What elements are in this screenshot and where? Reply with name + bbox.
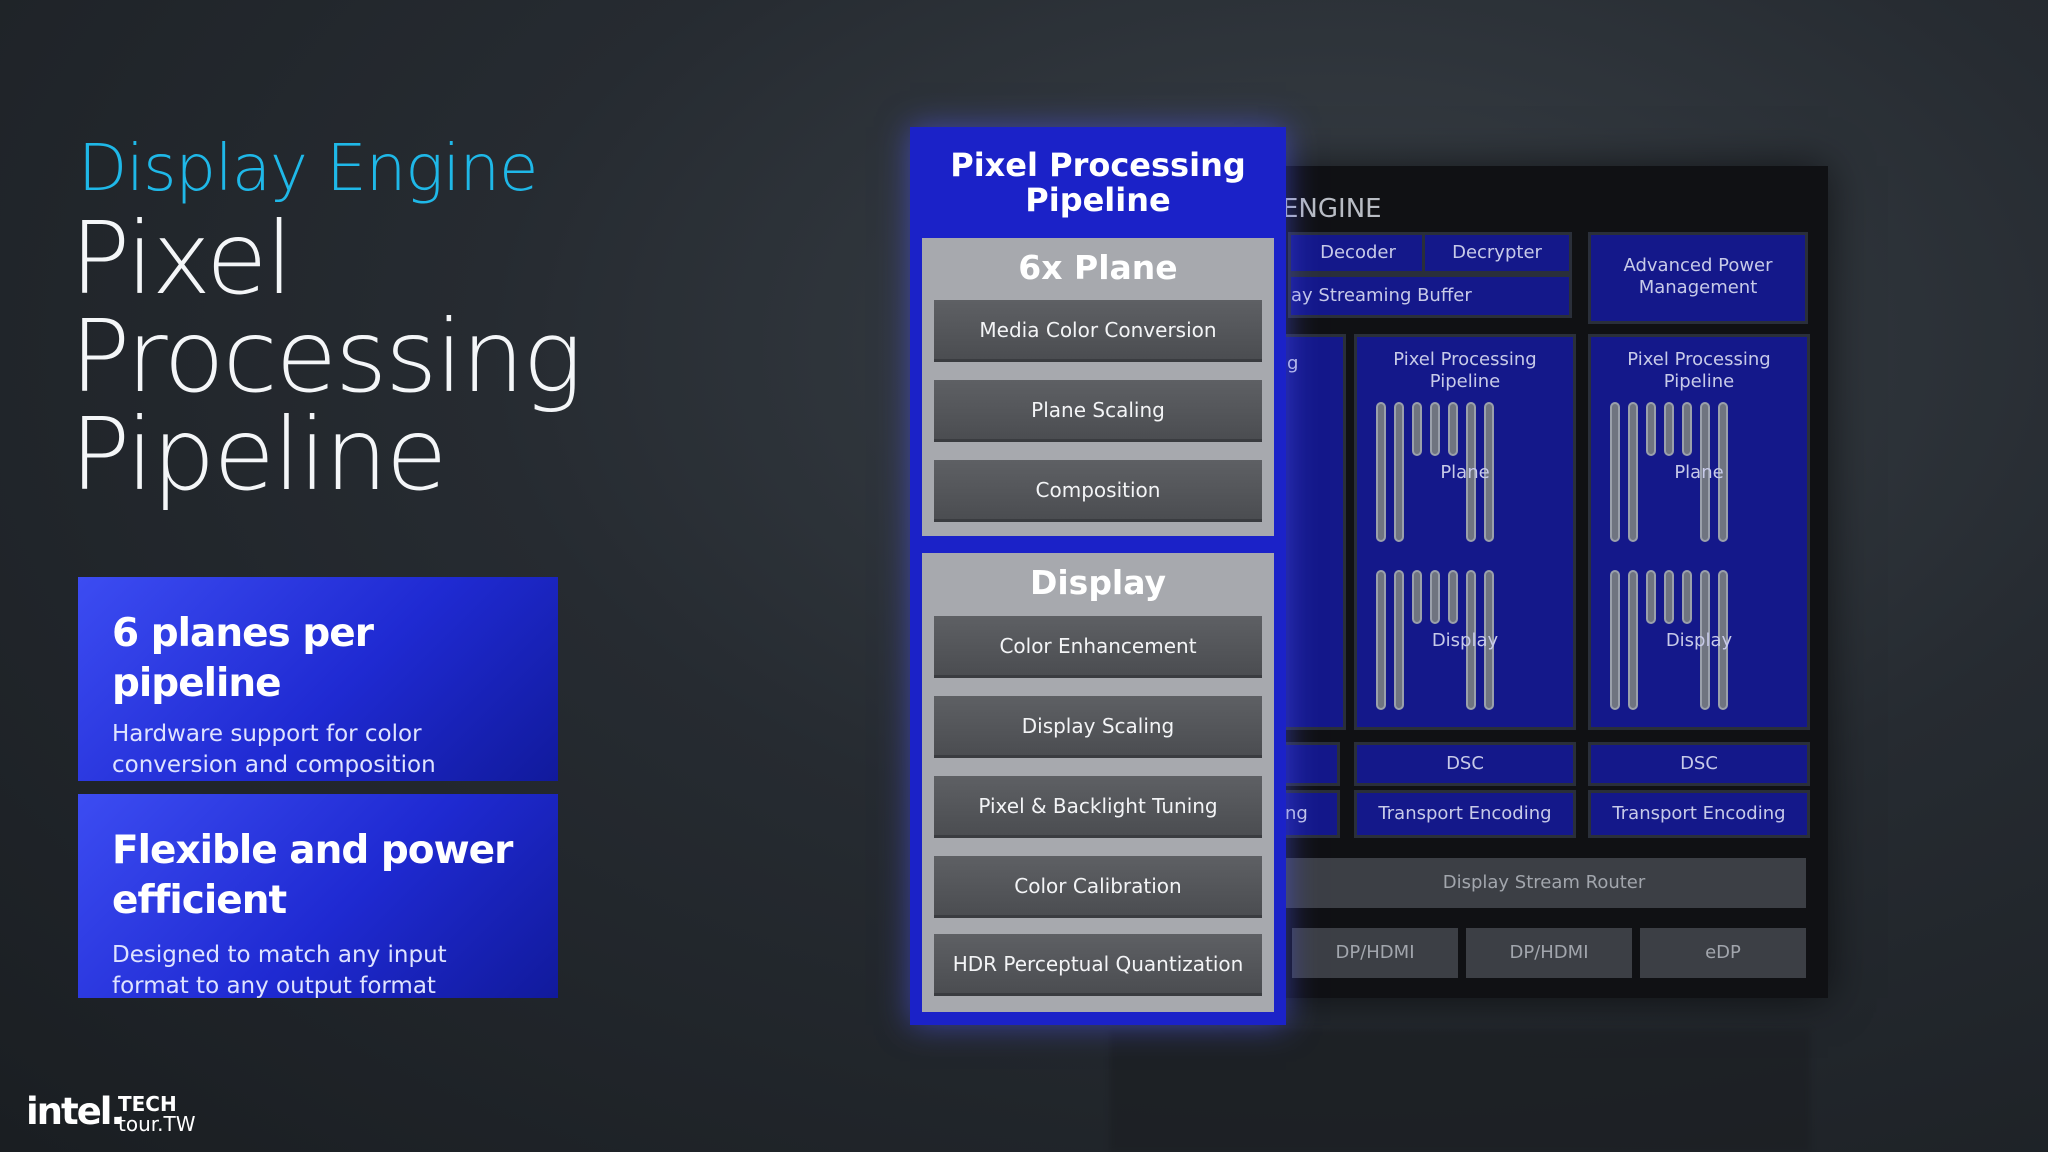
intel-logo: intel.: [26, 1090, 125, 1133]
techtour-logo-line2: tour.TW: [118, 1112, 196, 1136]
stage-color-enhancement: Color Enhancement: [934, 616, 1262, 678]
transport-encoding-block: Transport Encoding: [1354, 790, 1576, 838]
techtour-logo: TECH tour.TW: [118, 1094, 196, 1134]
port-block: DP/HDMI: [1466, 928, 1632, 978]
title-line: Pipeline: [70, 396, 447, 513]
display-stream-router-block: Display Stream Router: [1282, 858, 1806, 908]
decoder-block: Decoder: [1288, 232, 1428, 274]
reflection: [1110, 1030, 1810, 1152]
advanced-power-management-block: Advanced Power Management: [1588, 232, 1808, 324]
display-bar: [1448, 570, 1458, 624]
transport-block-partial: ng: [1282, 790, 1340, 838]
techtour-logo-line1: TECH: [118, 1092, 177, 1116]
plane-bar: [1412, 402, 1422, 456]
page-title: Pixel Processing Pipeline: [70, 200, 630, 513]
streaming-buffer-block: ay Streaming Buffer: [1288, 274, 1572, 318]
display-label: Display: [1665, 630, 1733, 651]
display-bar: [1682, 570, 1692, 624]
display-bar: [1430, 570, 1440, 624]
engine-title: ENGINE: [1282, 194, 1382, 224]
pipeline-block-title: Pixel Processing Pipeline: [1627, 349, 1771, 392]
dsc-block-partial: [1282, 742, 1340, 786]
pipeline-block-partial: g: [1282, 334, 1346, 730]
feature-card-efficiency: Flexible and power efficient Designed to…: [78, 794, 558, 999]
plane-label: Plane: [1674, 462, 1724, 483]
title-line: Processing: [70, 298, 583, 415]
port-block: DP/HDMI: [1292, 928, 1458, 978]
feature-title: 6 planes per pipeline: [112, 611, 374, 706]
stage-color-calibration: Color Calibration: [934, 856, 1262, 918]
title-line: Pixel: [70, 200, 293, 317]
stage-plane-scaling: Plane Scaling: [934, 380, 1262, 442]
feature-title: Flexible and power efficient: [112, 828, 513, 923]
display-bar: [1664, 570, 1674, 624]
dsc-block: DSC: [1588, 742, 1810, 786]
stage-composition: Composition: [934, 460, 1262, 522]
stage-media-color-conversion: Media Color Conversion: [934, 300, 1262, 362]
plane-bar: [1448, 402, 1458, 456]
plane-section-title: 6x Plane: [1018, 248, 1178, 287]
pipeline-block-title: Pixel Processing Pipeline: [1393, 349, 1537, 392]
plane-label: Plane: [1440, 462, 1490, 483]
feature-description: Hardware support for color conversion an…: [112, 721, 436, 778]
section-subtitle: Display Engine: [78, 132, 538, 206]
plane-bar: [1664, 402, 1674, 456]
transport-encoding-block: Transport Encoding: [1588, 790, 1810, 838]
display-bar: [1646, 570, 1656, 624]
plane-bar: [1430, 402, 1440, 456]
plane-bar: [1646, 402, 1656, 456]
decrypter-block: Decrypter: [1422, 232, 1572, 274]
stage-pixel-backlight-tuning: Pixel & Backlight Tuning: [934, 776, 1262, 838]
dsc-block: DSC: [1354, 742, 1576, 786]
pipeline-cut-label: g: [1287, 353, 1299, 374]
feature-description: Designed to match any input format to an…: [112, 942, 447, 999]
pipeline-panel-title: Pixel Processing Pipeline: [950, 146, 1246, 219]
stage-display-scaling: Display Scaling: [934, 696, 1262, 758]
feature-card-planes: 6 planes per pipeline Hardware support f…: [78, 577, 558, 781]
port-block: eDP: [1640, 928, 1806, 978]
transport-cut-label: ng: [1285, 803, 1308, 824]
display-section-title: Display: [1029, 563, 1167, 602]
plane-bar: [1682, 402, 1692, 456]
stage-hdr-perceptual-quantization: HDR Perceptual Quantization: [934, 934, 1262, 996]
display-label: Display: [1431, 630, 1499, 651]
display-bar: [1412, 570, 1422, 624]
